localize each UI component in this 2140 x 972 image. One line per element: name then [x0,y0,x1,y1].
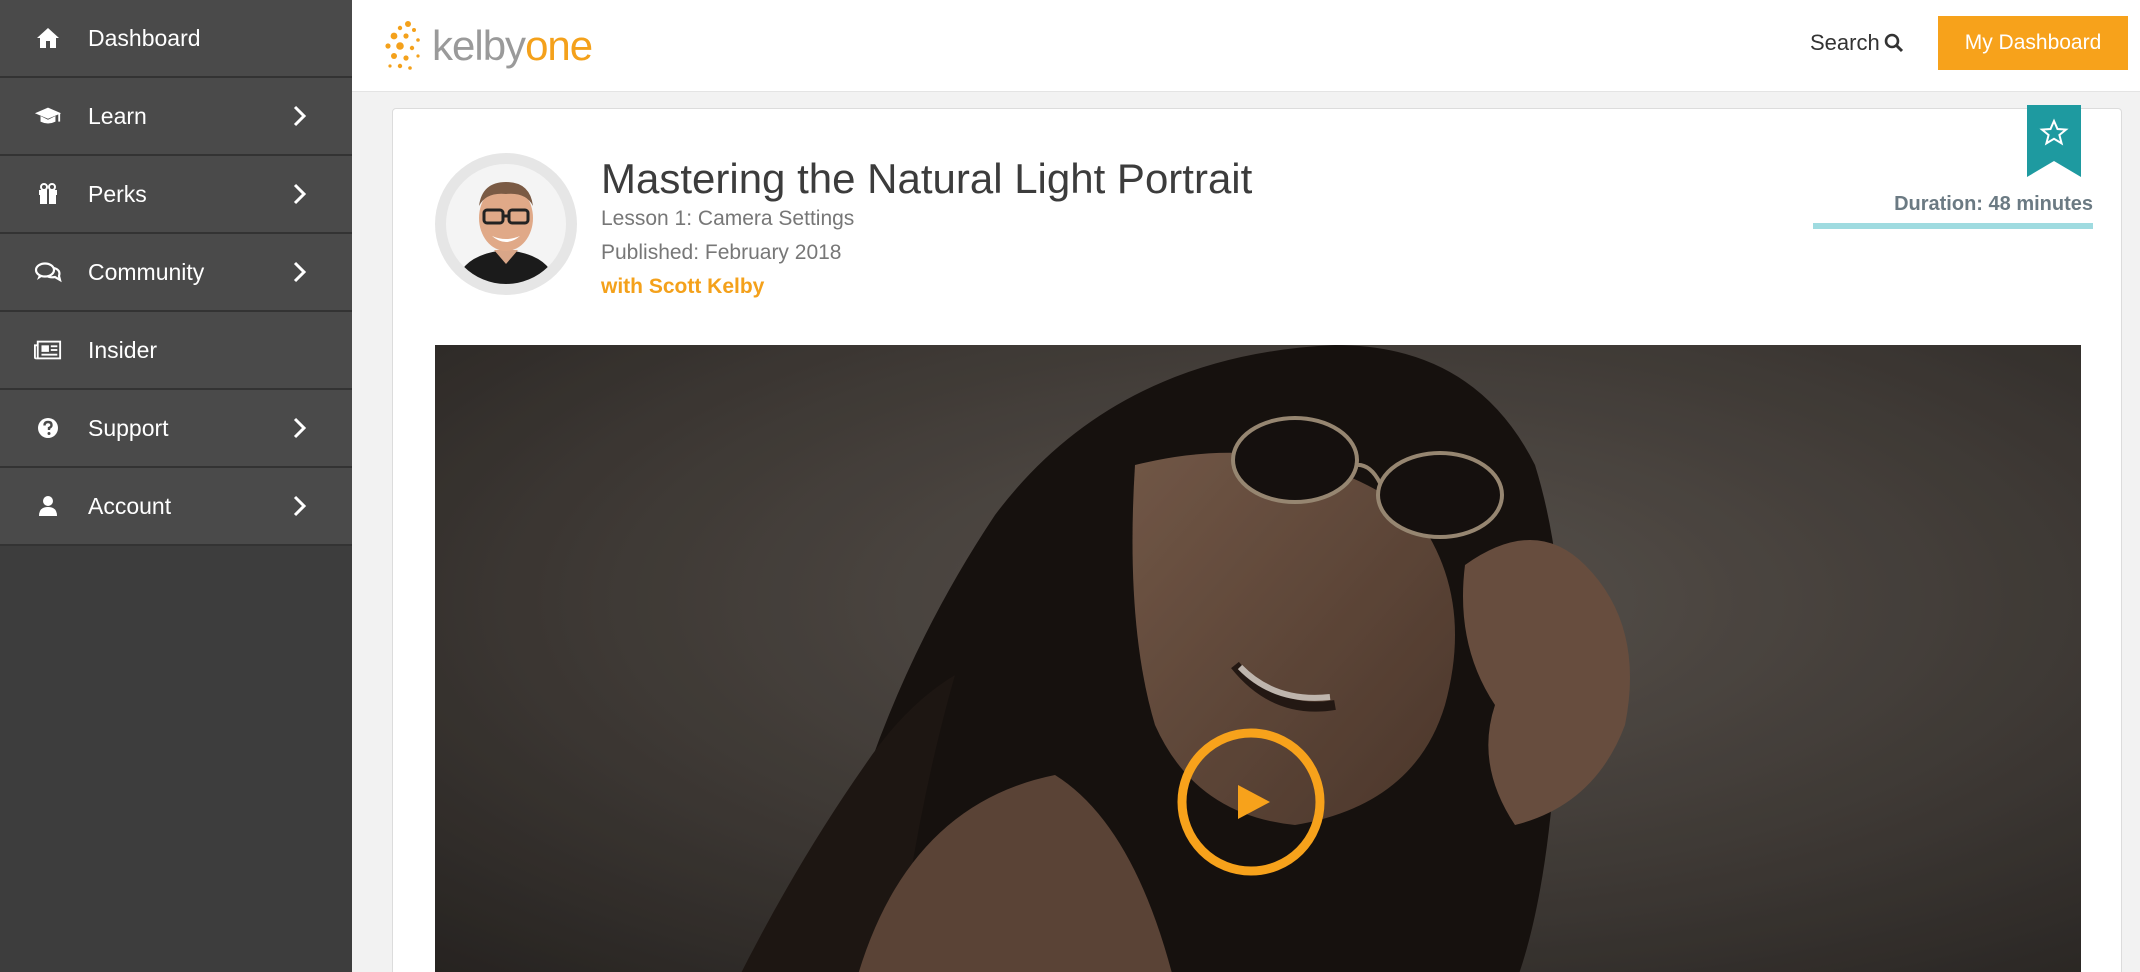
video-player[interactable] [435,345,2081,972]
home-icon [34,24,62,52]
instructor-photo [446,164,566,284]
chevron-right-icon [293,183,307,205]
app-root: Dashboard Learn Perks Community Insider … [0,0,2140,972]
logo-wordmark: kelbyone [432,22,593,69]
duration-label: Duration: 48 minutes [1894,193,2093,215]
gift-icon [34,180,62,208]
chevron-right-icon [293,105,307,127]
bookmark-star-icon[interactable] [2027,105,2081,177]
sidebar-item-label: Learn [88,102,147,129]
top-header: kelbyone Search My Dashboard [352,0,2140,92]
sidebar-item-support[interactable]: Support [0,390,352,468]
sidebar-item-dashboard[interactable]: Dashboard [0,0,352,78]
logo-dots-icon [385,21,420,70]
sidebar-item-label: Perks [88,180,147,207]
course-card: Mastering the Natural Light Portrait Les… [392,105,2122,972]
sidebar-item-learn[interactable]: Learn [0,78,352,156]
search-label: Search [1810,30,1880,55]
graduation-cap-icon [34,102,62,130]
sidebar-item-label: Account [88,492,172,519]
course-title: Mastering the Natural Light Portrait [601,155,1253,202]
chevron-right-icon [293,261,307,283]
sidebar-item-label: Insider [88,336,158,363]
sidebar-item-label: Support [88,414,169,441]
video-thumbnail [435,345,2081,972]
sidebar-item-perks[interactable]: Perks [0,156,352,234]
user-icon [34,492,62,520]
newspaper-icon [34,336,62,364]
chevron-right-icon [293,495,307,517]
sidebar-item-account[interactable]: Account [0,468,352,546]
play-icon[interactable] [1176,727,1326,877]
my-dashboard-button[interactable]: My Dashboard [1938,16,2128,70]
sidebar: Dashboard Learn Perks Community Insider … [0,0,352,972]
sidebar-item-community[interactable]: Community [0,234,352,312]
sidebar-item-label: Community [88,258,205,285]
chevron-right-icon [293,417,307,439]
question-circle-icon [34,414,62,442]
published-date: Published: February 2018 [601,241,842,264]
sidebar-item-insider[interactable]: Insider [0,312,352,390]
chat-bubbles-icon [34,258,62,286]
kelbyone-logo[interactable]: kelbyone [382,14,593,78]
search-link[interactable]: Search [1810,30,1904,56]
search-icon [1884,33,1903,53]
instructor-name[interactable]: with Scott Kelby [601,275,764,299]
instructor-avatar [435,153,577,295]
lesson-name: Lesson 1: Camera Settings [601,207,855,230]
duration-progress-bar [1813,223,2093,229]
sidebar-item-label: Dashboard [88,24,201,51]
